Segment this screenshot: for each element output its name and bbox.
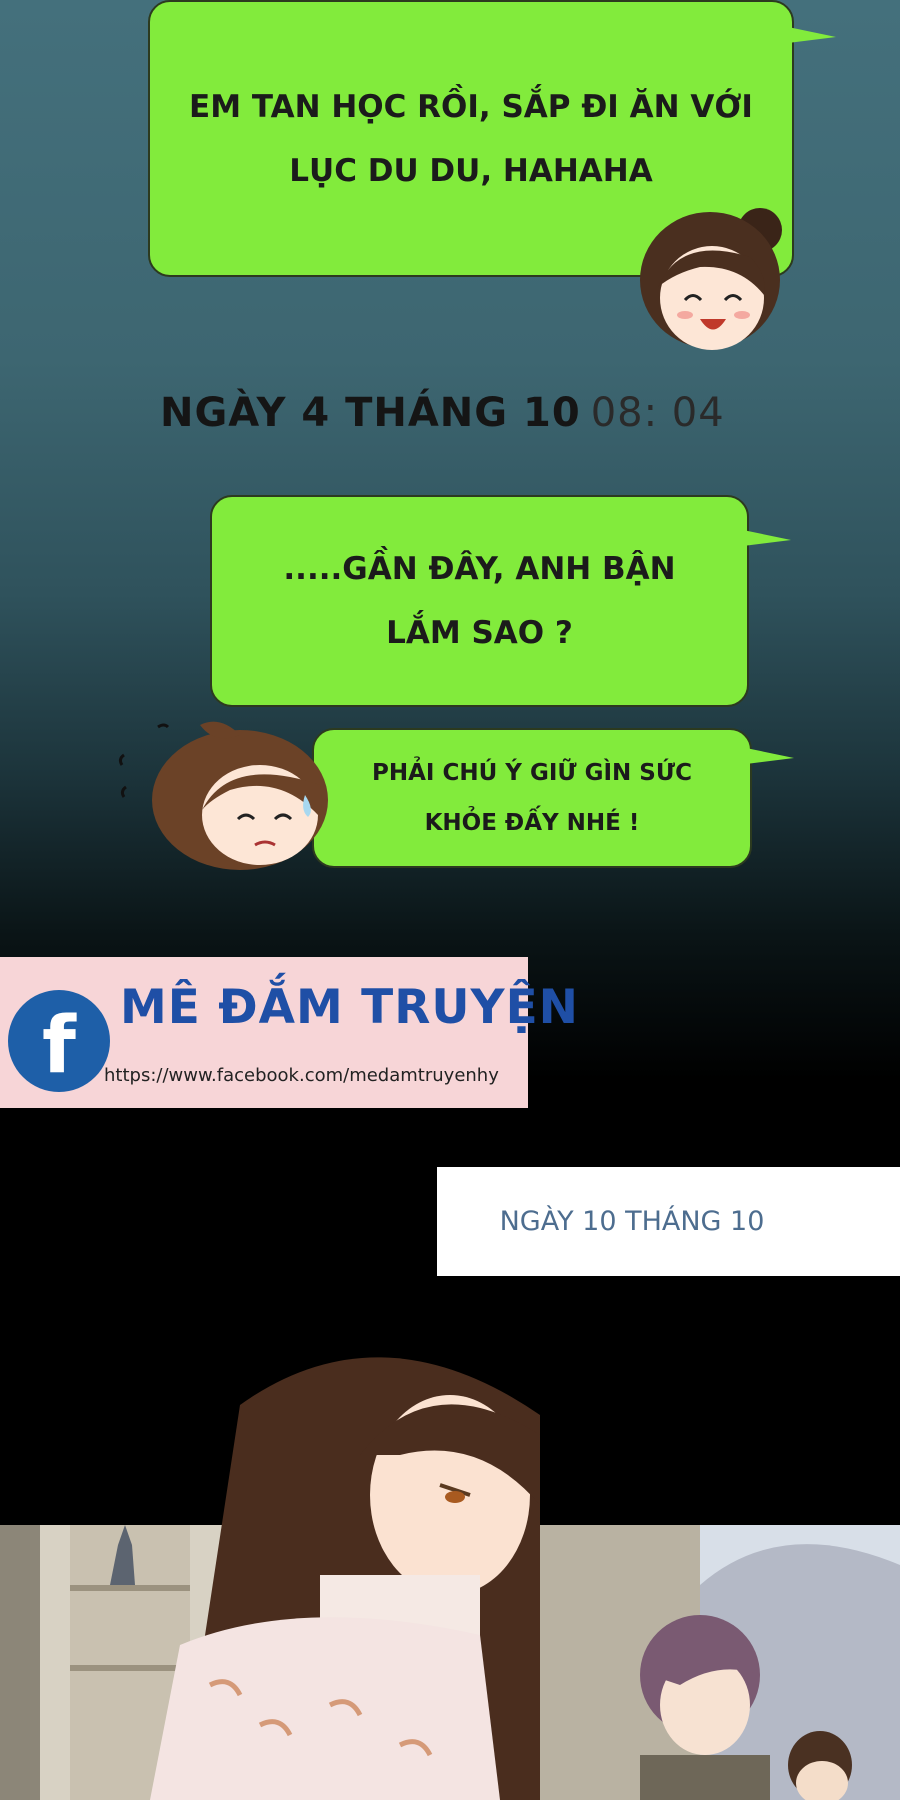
- girl-smiling-avatar: [640, 208, 782, 350]
- banner-url-link[interactable]: https://www.facebook.com/medamtruyenhy: [104, 1065, 499, 1086]
- timestamp-time: 08: 04: [590, 390, 725, 436]
- girl-worried-avatar: [118, 721, 328, 870]
- bubble-3-line-1: PHẢI CHÚ Ý GIỮ GÌN SỨC: [372, 760, 692, 786]
- bubble-1-line-2: LỤC DU DU, HAHAHA: [289, 152, 653, 189]
- facebook-logo-icon[interactable]: f: [8, 990, 110, 1092]
- bubble-3-line-2: KHỎE ĐẤY NHÉ !: [424, 810, 640, 836]
- banner-title: MÊ ĐẮM TRUYỆN: [120, 980, 580, 1035]
- chat-bubble-2: .....GẦN ĐÂY, ANH BẬN LẮM SAO ?: [210, 495, 749, 707]
- bubble-1-line-1: EM TAN HỌC RỒI, SẮP ĐI ĂN VỚI: [189, 88, 753, 125]
- chat-timestamp: NGÀY 4 THÁNG 10 08: 04: [160, 390, 725, 436]
- caption-date: NGÀY 10 THÁNG 10: [499, 1206, 765, 1237]
- bubble-2-line-2: LẮM SAO ?: [386, 615, 573, 651]
- bubble-3-tail: [746, 748, 794, 764]
- timestamp-date: NGÀY 4 THÁNG 10: [160, 390, 581, 436]
- bubble-2-tail: [743, 530, 791, 546]
- chat-bubble-3: PHẢI CHÚ Ý GIỮ GÌN SỨC KHỎE ĐẤY NHÉ !: [312, 728, 752, 868]
- comic-scene-illustration: [0, 1357, 900, 1800]
- bubble-2-line-1: .....GẦN ĐÂY, ANH BẬN: [283, 551, 676, 587]
- bubble-1-tail: [788, 27, 836, 43]
- comic-page: EM TAN HỌC RỒI, SẮP ĐI ĂN VỚI LỤC DU DU,…: [0, 0, 900, 1800]
